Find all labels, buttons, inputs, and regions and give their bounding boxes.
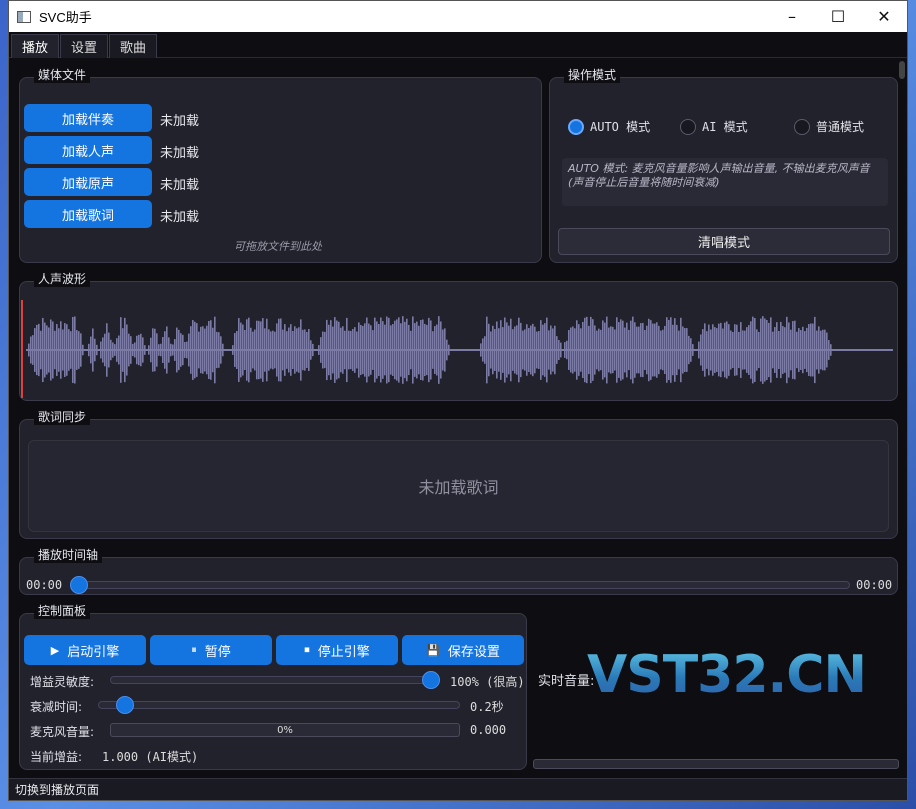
lyrics-sync-group: 歌词同步 未加载歌词: [19, 408, 898, 539]
save-icon: 💾: [426, 643, 440, 657]
minimize-button[interactable]: –: [769, 1, 815, 32]
current-gain-label: 当前增益:: [30, 750, 83, 764]
maximize-button[interactable]: ☐: [815, 1, 861, 32]
close-button[interactable]: ✕: [861, 1, 907, 32]
acapella-mode-button[interactable]: 清唱模式: [558, 228, 890, 255]
current-gain-value: 1.000 (AI模式): [102, 750, 199, 764]
save-settings-button[interactable]: 💾 保存设置: [402, 635, 524, 665]
radio-normal-label: 普通模式: [816, 120, 865, 134]
play-icon: ▶: [50, 643, 60, 657]
window-controls: – ☐ ✕: [769, 1, 907, 32]
decay-time-slider[interactable]: [98, 701, 460, 709]
lyrics-status: 未加载: [160, 210, 200, 225]
control-panel-title: 控制面板: [34, 602, 91, 619]
radio-dot-icon: [680, 118, 696, 135]
load-original-button[interactable]: 加载原声: [24, 168, 152, 196]
app-window: SVC助手 – ☐ ✕ 播放 设置 歌曲 媒体文件 加载伴奏 未加载 加载人声 …: [8, 0, 908, 801]
stop-engine-label: 停止引擎: [317, 644, 370, 660]
radio-ai-label: AI 模式: [702, 120, 748, 134]
drop-hint: 可拖放文件到此处: [234, 240, 322, 253]
status-text: 切换到播放页面: [15, 783, 100, 797]
stop-engine-button[interactable]: ⏹ 停止引擎: [276, 635, 398, 665]
realtime-volume-label: 实时音量:: [538, 674, 595, 689]
pause-label: 暂停: [204, 644, 231, 660]
timeline-group: 播放时间轴 00:00 00:00: [19, 546, 898, 595]
tab-playback[interactable]: 播放: [11, 34, 60, 58]
gain-sensitivity-label: 增益灵敏度:: [30, 675, 95, 689]
radio-normal-mode[interactable]: 普通模式: [794, 118, 864, 135]
radio-auto-mode[interactable]: AUTO 模式: [568, 118, 650, 135]
vocal-waveform-group: 人声波形: [19, 270, 898, 401]
scrollbar-handle[interactable]: [899, 61, 905, 79]
load-lyrics-button[interactable]: 加载歌词: [24, 200, 152, 228]
radio-auto-label: AUTO 模式: [590, 120, 651, 134]
status-bar: 切换到播放页面: [9, 778, 907, 800]
load-vocal-button[interactable]: 加载人声: [24, 136, 152, 164]
control-panel-group: 控制面板 ▶ 启动引擎 ⏸ 暂停 ⏹ 停止引擎 💾 保存设置 增益灵敏度: 10…: [19, 602, 527, 770]
window-title: SVC助手: [39, 10, 92, 25]
waveform-display[interactable]: [20, 282, 897, 400]
radio-dot-icon: [794, 118, 810, 135]
pause-icon: ⏸: [191, 643, 197, 656]
accompaniment-status: 未加载: [160, 114, 200, 129]
gain-sensitivity-knob[interactable]: [422, 671, 440, 689]
title-bar: SVC助手 – ☐ ✕: [9, 1, 907, 32]
start-engine-button[interactable]: ▶ 启动引擎: [24, 635, 146, 665]
pause-button[interactable]: ⏸ 暂停: [150, 635, 272, 665]
save-settings-label: 保存设置: [447, 644, 500, 660]
mic-volume-label: 麦克风音量:: [30, 725, 95, 739]
mode-description: AUTO 模式: 麦克风音量影响人声输出音量, 不输出麦克风声音 (声音停止后音…: [562, 158, 888, 206]
operation-mode-group: 操作模式 AUTO 模式 AI 模式 普通模式 AUTO 模式: 麦克风音量影响…: [549, 66, 898, 263]
radio-ai-mode[interactable]: AI 模式: [680, 118, 748, 135]
tab-songs[interactable]: 歌曲: [109, 34, 158, 58]
vocal-status: 未加载: [160, 146, 200, 161]
decay-time-value: 0.2秒: [470, 700, 504, 714]
start-engine-label: 启动引擎: [67, 644, 120, 660]
mic-volume-value: 0.000: [470, 723, 507, 737]
gain-sensitivity-value: 100% (很高): [450, 675, 525, 689]
operation-mode-title: 操作模式: [564, 66, 621, 83]
timeline-slider[interactable]: [70, 581, 850, 589]
watermark-logo: VST32.CN: [587, 645, 867, 705]
stop-icon: ⏹: [304, 643, 310, 656]
tab-bar: 播放 设置 歌曲: [9, 32, 907, 58]
current-time: 00:00: [26, 578, 63, 592]
original-status: 未加载: [160, 178, 200, 193]
lyrics-sync-title: 歌词同步: [34, 408, 91, 425]
app-icon: [17, 10, 31, 23]
timeline-slider-knob[interactable]: [70, 576, 88, 594]
decay-time-knob[interactable]: [116, 696, 134, 714]
realtime-volume-meter: [533, 759, 899, 769]
load-accompaniment-button[interactable]: 加载伴奏: [24, 104, 152, 132]
timeline-title: 播放时间轴: [34, 546, 103, 563]
lyrics-display: 未加载歌词: [28, 440, 889, 532]
media-files-group: 媒体文件 加载伴奏 未加载 加载人声 未加载 加载原声 未加载 加载歌词 未加载…: [19, 66, 542, 263]
decay-time-label: 衰减时间:: [30, 700, 83, 714]
media-files-title: 媒体文件: [34, 66, 91, 83]
gain-sensitivity-slider[interactable]: [110, 676, 440, 684]
radio-dot-icon: [568, 118, 584, 135]
tab-settings[interactable]: 设置: [60, 34, 109, 58]
total-time: 00:00: [856, 578, 893, 592]
mic-volume-progress: 0%: [110, 723, 460, 737]
